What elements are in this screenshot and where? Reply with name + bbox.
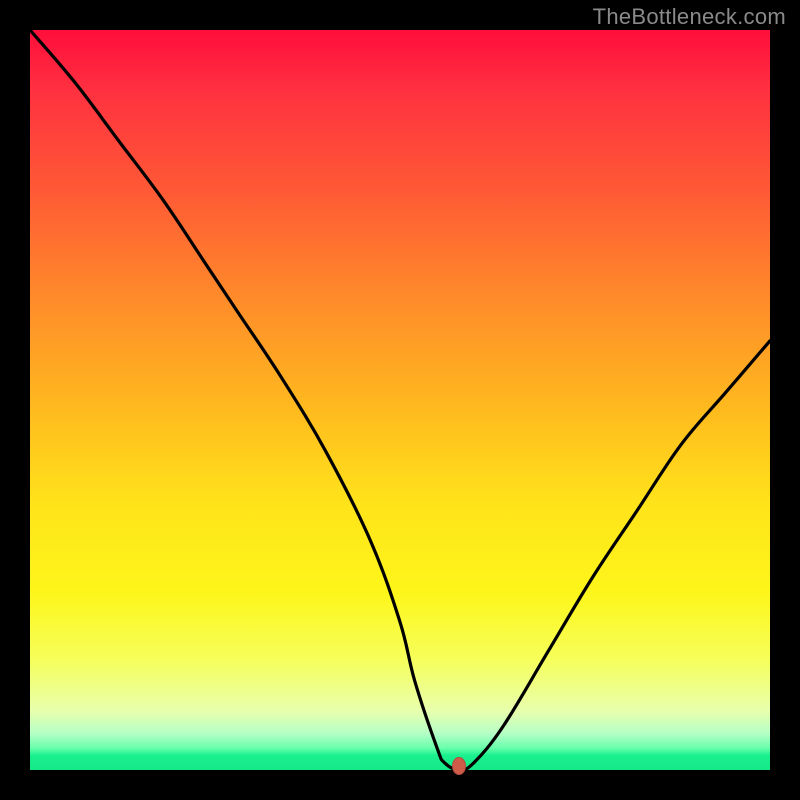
optimal-point-marker (452, 757, 466, 775)
curve-path (30, 30, 770, 770)
chart-frame: TheBottleneck.com (0, 0, 800, 800)
bottleneck-curve (30, 30, 770, 770)
chart-plot-area (30, 30, 770, 770)
watermark-text: TheBottleneck.com (593, 4, 786, 30)
